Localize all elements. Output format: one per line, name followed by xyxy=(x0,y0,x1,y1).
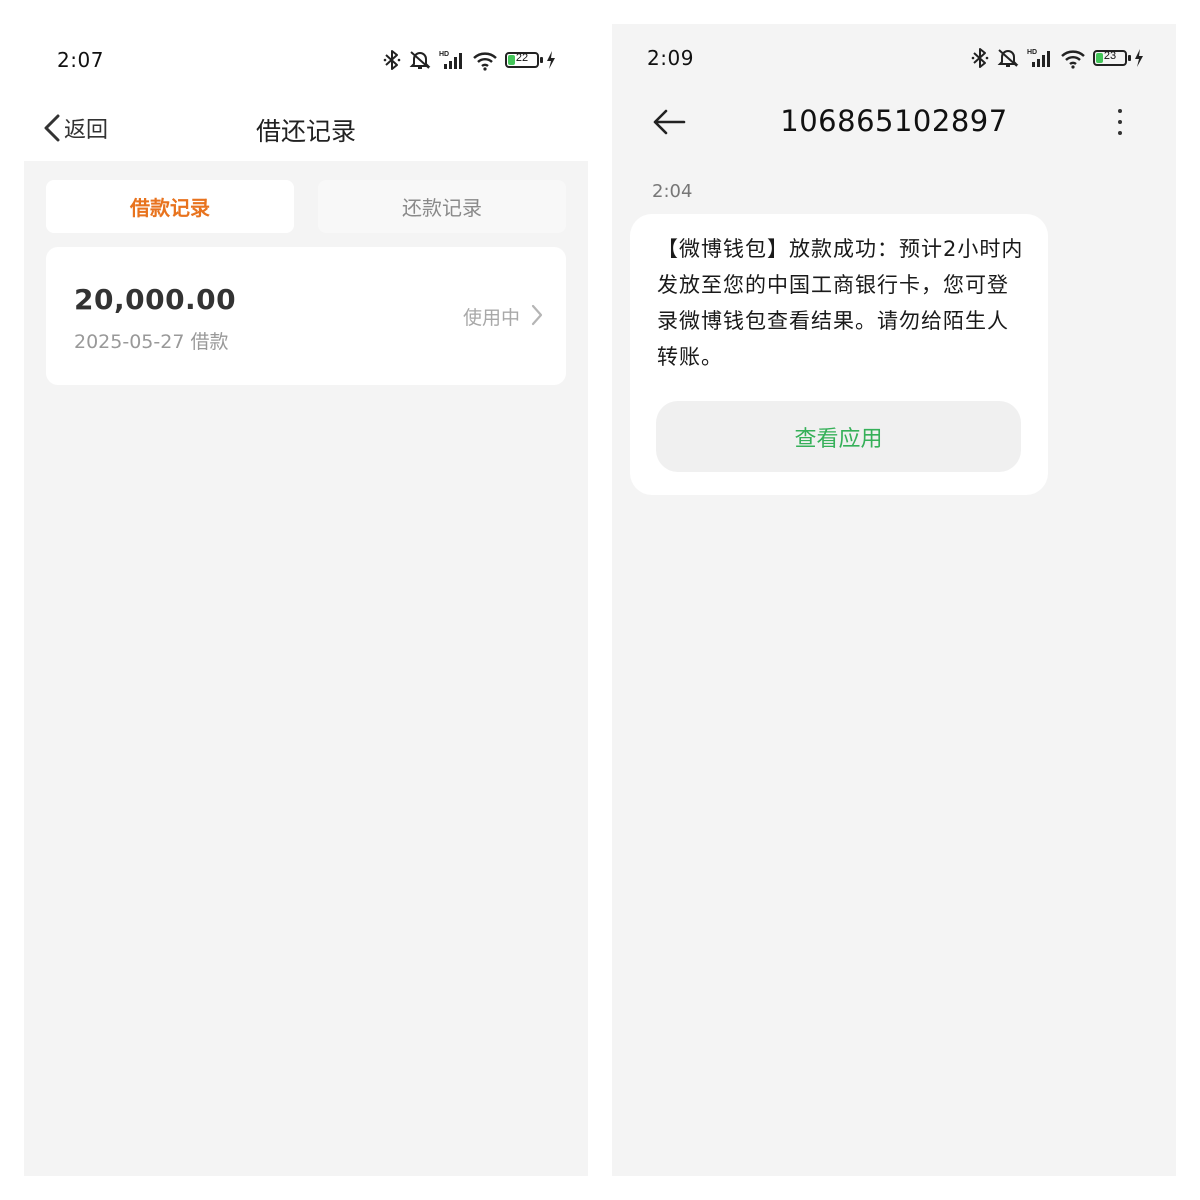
status-icons: HD 22 xyxy=(383,48,556,72)
wifi-icon xyxy=(473,52,497,71)
battery-level: 22 xyxy=(515,52,529,64)
bluetooth-icon xyxy=(383,50,401,70)
hd-signal-icon: HD xyxy=(439,51,462,69)
status-bar: 2:07 HD 22 xyxy=(24,24,588,94)
svg-text:HD: HD xyxy=(1027,49,1037,56)
conversation-header: 106865102897 xyxy=(612,94,1176,154)
record-tabs: 借款记录 还款记录 xyxy=(46,180,566,233)
message-bubble: 【微博钱包】放款成功：预计2小时内发放至您的中国工商银行卡，您可登录微博钱包查看… xyxy=(630,214,1048,495)
svg-text:HD: HD xyxy=(439,51,449,58)
loan-date: 2025-05-27 借款 xyxy=(74,331,229,353)
wifi-icon xyxy=(1061,50,1085,69)
header: 返回 借还记录 xyxy=(24,94,588,161)
more-vertical-icon[interactable] xyxy=(1108,106,1132,138)
hd-signal-icon: HD xyxy=(1027,49,1050,67)
loan-amount: 20,000.00 xyxy=(74,283,237,316)
message-text: 【微博钱包】放款成功：预计2小时内发放至您的中国工商银行卡，您可登录微博钱包查看… xyxy=(657,237,1024,369)
charging-icon xyxy=(547,51,555,69)
charging-icon xyxy=(1135,49,1143,67)
status-time: 2:09 xyxy=(647,46,694,70)
message-timestamp: 2:04 xyxy=(652,181,693,202)
bluetooth-icon xyxy=(971,48,989,68)
battery-level: 23 xyxy=(1103,50,1117,62)
mute-icon xyxy=(997,49,1019,67)
mute-icon xyxy=(409,51,431,69)
tab-repayment-records[interactable]: 还款记录 xyxy=(318,180,566,233)
chevron-right-icon xyxy=(531,304,543,326)
loan-status: 使用中 xyxy=(462,307,520,329)
status-bar: 2:09 HD 23 xyxy=(612,24,1176,94)
page-title: 借还记录 xyxy=(255,117,356,146)
sender-number: 106865102897 xyxy=(780,104,1008,138)
view-app-button[interactable]: 查看应用 xyxy=(656,401,1021,472)
status-time: 2:07 xyxy=(57,48,104,72)
battery-icon: 23 xyxy=(1093,50,1131,66)
loan-records-screen: 2:07 HD 22 返回 借还记录 借款记录 还款记录 20,000.00 2… xyxy=(24,24,588,1176)
tab-loan-records[interactable]: 借款记录 xyxy=(46,180,294,233)
battery-icon: 22 xyxy=(505,52,543,68)
loan-record-card[interactable]: 20,000.00 2025-05-27 借款 使用中 xyxy=(46,247,566,385)
status-icons: HD 23 xyxy=(971,46,1144,70)
sms-conversation-screen: 2:09 HD 23 106865102897 2:04 【微博钱包】放款成功：… xyxy=(612,24,1176,1176)
